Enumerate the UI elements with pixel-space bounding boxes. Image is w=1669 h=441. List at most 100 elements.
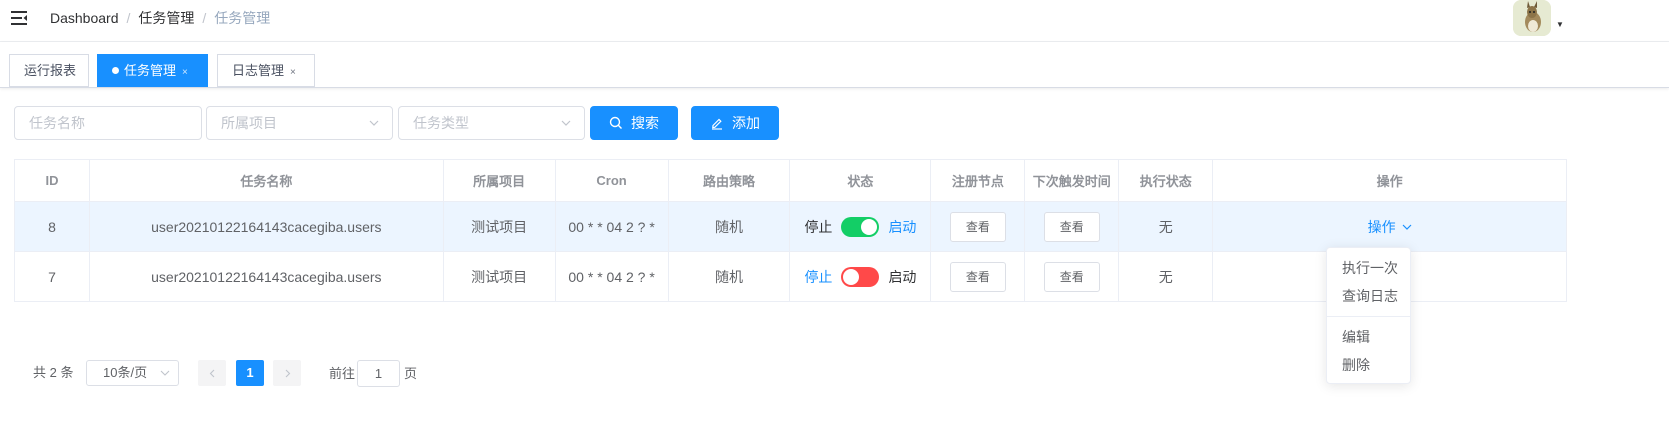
tag-run-report[interactable]: 运行报表: [9, 54, 89, 87]
breadcrumb-separator: /: [202, 10, 207, 26]
cell-next-trigger: 查看: [1025, 252, 1120, 301]
cell-status: 停止 启动: [790, 202, 932, 251]
project-select[interactable]: [206, 106, 393, 140]
breadcrumb: Dashboard / 任务管理 / 任务管理: [50, 9, 270, 27]
breadcrumb-item-dashboard[interactable]: Dashboard: [50, 9, 119, 27]
breadcrumb-separator: /: [126, 10, 131, 26]
switch-label-start[interactable]: 启动: [888, 217, 916, 237]
breadcrumb-item-task-management[interactable]: 任务管理: [138, 9, 194, 27]
tag-label: 日志管理: [232, 63, 285, 78]
cell-next-trigger: 查看: [1025, 202, 1120, 251]
table-row: 8 user20210122164143cacegiba.users 测试项目 …: [15, 202, 1567, 252]
column-header-nodes: 注册节点: [931, 160, 1026, 201]
task-name-input[interactable]: [15, 107, 201, 139]
chevron-down-icon: [160, 370, 170, 376]
tags-view: 运行报表 任务管理 × 日志管理 ×: [0, 42, 1669, 88]
goto-suffix: 页: [404, 366, 418, 381]
table-header-row: ID 任务名称 所属项目 Cron 路由策略 状态 注册节点 下次触发时间 执行…: [15, 160, 1567, 202]
avatar[interactable]: [1513, 0, 1551, 36]
search-button[interactable]: 搜索: [590, 106, 678, 140]
menu-item-edit[interactable]: 编辑: [1327, 323, 1410, 351]
cell-nodes: 查看: [931, 252, 1026, 301]
pagination-total: 共 2 条: [33, 365, 74, 380]
view-next-trigger-button[interactable]: 查看: [1043, 261, 1100, 292]
menu-item-query-log[interactable]: 查询日志: [1327, 282, 1410, 310]
project-select-input[interactable]: [207, 107, 392, 139]
column-header-project: 所属项目: [444, 160, 556, 201]
chevron-down-icon: [1402, 224, 1412, 230]
cell-project: 测试项目: [444, 202, 556, 251]
status-switch-group: 停止 启动: [804, 216, 916, 237]
goto-page-input[interactable]: [358, 361, 399, 386]
cell-cron: 00 * * 04 2 ? *: [556, 252, 669, 301]
edit-icon: [712, 118, 722, 130]
goto-label: 前往: [329, 366, 356, 381]
column-header-id: ID: [15, 160, 90, 201]
prev-page-button[interactable]: [198, 360, 226, 386]
menu-divider: [1327, 316, 1410, 317]
view-next-trigger-button[interactable]: 查看: [1043, 211, 1100, 242]
breadcrumb-item-current: 任务管理: [214, 10, 271, 26]
column-header-actions: 操作: [1213, 160, 1567, 201]
status-switch[interactable]: [841, 266, 880, 287]
switch-label-stop[interactable]: 停止: [804, 217, 832, 237]
column-header-status: 状态: [790, 160, 932, 201]
cell-exec-status: 无: [1119, 202, 1214, 251]
cell-task-name: user20210122164143cacegiba.users: [90, 252, 444, 301]
search-button-label: 搜索: [631, 115, 659, 131]
cell-actions: 操作: [1213, 202, 1567, 251]
switch-knob: [861, 218, 878, 235]
add-button-label: 添加: [732, 115, 760, 131]
switch-label-start[interactable]: 启动: [888, 267, 916, 287]
actions-dropdown-menu: 执行一次 查询日志 编辑 删除: [1326, 247, 1411, 384]
cell-nodes: 查看: [931, 202, 1026, 251]
active-dot-icon: [112, 67, 119, 74]
actions-dropdown-trigger[interactable]: 操作: [1368, 217, 1412, 237]
search-icon: [609, 116, 622, 129]
goto-input-wrap: [357, 360, 400, 387]
status-switch[interactable]: [841, 216, 880, 237]
task-type-select-input[interactable]: [399, 107, 584, 139]
column-header-route: 路由策略: [669, 160, 791, 201]
cell-exec-status: 无: [1119, 252, 1214, 301]
cell-id: 7: [15, 252, 90, 301]
tag-task-management[interactable]: 任务管理 ×: [97, 54, 208, 87]
cell-project: 测试项目: [444, 252, 556, 301]
switch-label-stop[interactable]: 停止: [804, 267, 832, 287]
add-button[interactable]: 添加: [691, 106, 779, 140]
next-page-button[interactable]: [273, 360, 301, 386]
tag-log-management[interactable]: 日志管理 ×: [217, 54, 315, 87]
column-header-exec-status: 执行状态: [1119, 160, 1214, 201]
actions-label: 操作: [1367, 218, 1396, 235]
switch-knob: [843, 268, 860, 285]
task-name-input-wrap: [14, 106, 202, 140]
chevron-down-icon: [561, 120, 571, 126]
view-nodes-button[interactable]: 查看: [949, 261, 1006, 292]
cell-route: 随机: [669, 202, 791, 251]
column-header-task-name: 任务名称: [90, 160, 444, 201]
close-icon[interactable]: ×: [290, 57, 296, 88]
page-number-current[interactable]: 1: [236, 360, 264, 386]
chevron-down-icon: [369, 120, 379, 126]
tag-label: 任务管理: [124, 63, 177, 78]
cell-route: 随机: [669, 252, 791, 301]
hamburger-icon[interactable]: [10, 9, 28, 27]
column-header-cron: Cron: [556, 160, 669, 201]
chevron-left-icon: [209, 369, 214, 377]
menu-item-run-once[interactable]: 执行一次: [1327, 254, 1410, 282]
page-size-value: 10条/页: [103, 365, 148, 380]
cell-cron: 00 * * 04 2 ? *: [556, 202, 669, 251]
status-switch-group: 停止 启动: [804, 266, 916, 287]
tag-label: 运行报表: [24, 63, 77, 78]
page-size-select[interactable]: 10条/页: [86, 360, 179, 386]
column-header-next-trigger: 下次触发时间: [1025, 160, 1120, 201]
close-icon[interactable]: ×: [182, 57, 188, 88]
menu-item-delete[interactable]: 删除: [1327, 351, 1410, 379]
task-type-select[interactable]: [398, 106, 585, 140]
cell-status: 停止 启动: [790, 252, 932, 301]
caret-down-icon[interactable]: ▼: [1556, 20, 1564, 29]
navbar: Dashboard / 任务管理 / 任务管理 ▼: [0, 0, 1669, 42]
cell-task-name: user20210122164143cacegiba.users: [90, 202, 444, 251]
cell-id: 8: [15, 202, 90, 251]
view-nodes-button[interactable]: 查看: [949, 211, 1006, 242]
